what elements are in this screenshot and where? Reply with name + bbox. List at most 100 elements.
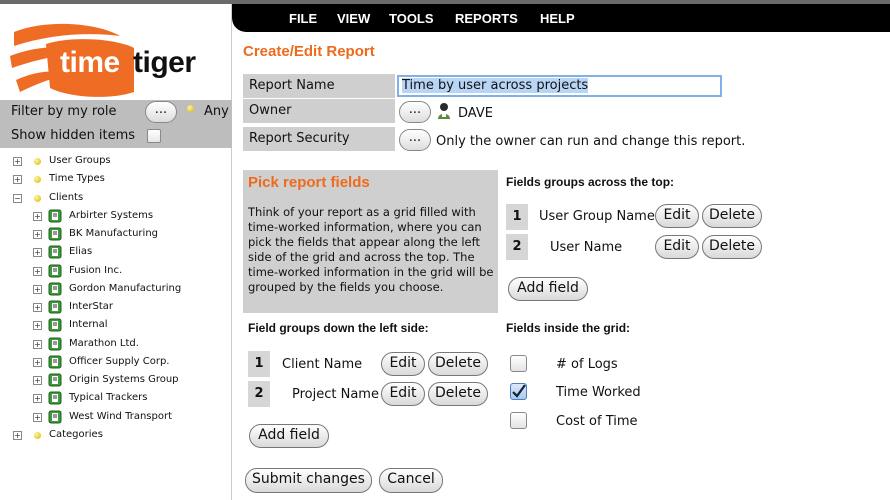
tree-item[interactable]: + Time Types [0,172,232,188]
menu-file[interactable]: FILE [289,11,317,26]
tree-item[interactable]: − Clients [0,191,232,207]
tree-expander-icon[interactable]: + [13,175,22,185]
across-field-1-delete-button[interactable]: Delete [702,204,762,228]
tree-expander-icon[interactable]: − [13,193,22,203]
tree-item[interactable]: + BK Manufacturing [0,227,232,243]
down-field-2-delete-button[interactable]: Delete [428,382,488,406]
tree-expander-icon[interactable]: + [33,248,42,258]
tree-item[interactable]: + User Groups [0,154,232,170]
owner-button[interactable]: ... [399,101,431,123]
logs-count-checkbox[interactable] [510,355,527,372]
tree-expander-icon[interactable]: + [33,321,42,331]
show-hidden-label: Show hidden items [11,128,136,143]
tree-expander-icon[interactable]: + [33,339,42,349]
down-field-1-name: Client Name [282,357,363,372]
time-worked-checkbox[interactable] [510,383,527,400]
across-top-heading: Fields groups across the top: [506,175,675,189]
client-folder-icon [48,227,62,241]
client-folder-icon [48,391,62,405]
filter-role-button[interactable]: ... [145,101,177,123]
menu-help[interactable]: HELP [540,11,575,26]
across-field-1-name: User Group Name [539,209,655,224]
down-field-1-edit-button[interactable]: Edit [381,352,425,376]
tree-item[interactable]: + Marathon Ltd. [0,337,232,353]
tree-expander-icon[interactable]: + [33,357,42,367]
tree-item[interactable]: + Fusion Inc. [0,264,232,280]
menu-view[interactable]: VIEW [337,11,370,26]
tree-expander-icon[interactable]: + [33,230,42,239]
logo-word-time: time [60,46,120,79]
show-hidden-checkbox[interactable] [147,129,161,143]
across-field-2-name: User Name [550,240,623,255]
tree-item[interactable]: + InterStar [0,300,232,316]
add-across-field-button[interactable]: Add field [508,277,588,301]
tree-item-label: Clients [49,191,84,203]
checkmark-icon [512,384,526,398]
tree-item[interactable]: + Internal [0,318,232,334]
tree-expander-icon[interactable]: + [33,394,42,404]
time-worked-label: Time Worked [556,385,641,400]
filter-role-value: Any [204,104,229,119]
report-name-input[interactable]: Time by user across projects [397,75,722,97]
sidebar: time tiger Filter by my role ... Any Sho… [0,4,232,500]
across-field-2-number: 2 [506,234,528,260]
tree-item-label: Officer Supply Corp. [69,355,170,367]
tree-item[interactable]: + West Wind Transport [0,410,232,426]
down-field-2-edit-button[interactable]: Edit [381,382,425,406]
filter-role-row: Filter by my role ... Any [0,100,232,124]
filter-role-label: Filter by my role [11,104,117,119]
menu-tools[interactable]: TOOLS [389,11,434,26]
client-folder-icon [48,355,62,369]
down-field-1-number: 1 [248,351,270,377]
tree-item[interactable]: + Origin Systems Group [0,373,232,389]
client-folder-icon [48,264,62,277]
tree-expander-icon[interactable]: + [13,430,22,440]
category-dot-icon [34,431,41,439]
tree-item-label: Origin Systems Group [69,374,179,385]
tree-expander-icon[interactable]: + [33,284,42,294]
tree-item[interactable]: + Gordon Manufacturing [0,282,232,298]
inside-grid-heading: Fields inside the grid: [506,321,631,335]
tree-expander-icon[interactable]: + [33,412,42,422]
tree-item-label: West Wind Transport [69,410,172,422]
tree-item[interactable]: + Categories [0,428,232,444]
add-down-field-button[interactable]: Add field [249,424,329,448]
client-folder-icon [48,337,62,350]
tree-item-label: InterStar [69,301,113,312]
down-field-1-delete-button[interactable]: Delete [428,352,488,376]
tree-item-label: Arbirter Systems [69,209,154,221]
client-folder-icon [48,410,62,423]
tree-expander-icon[interactable]: + [33,376,42,385]
logs-count-label: # of Logs [556,357,618,372]
tree-item-label: Marathon Ltd. [69,337,139,349]
show-hidden-row: Show hidden items [0,124,232,148]
across-field-2-delete-button[interactable]: Delete [702,235,762,259]
submit-changes-button[interactable]: Submit changes [245,468,372,493]
tree-item-label: Categories [49,428,103,440]
cancel-button[interactable]: Cancel [379,468,443,493]
security-button[interactable]: ... [399,129,431,151]
across-field-2-edit-button[interactable]: Edit [655,235,699,259]
tree-item[interactable]: + Typical Trackers [0,391,232,407]
tree-item-label: Internal [69,319,108,331]
menu-bar: FILE VIEW TOOLS REPORTS HELP [232,4,890,32]
tree-expander-icon[interactable]: + [33,303,42,312]
client-folder-icon [48,373,62,387]
tree-expander-icon[interactable]: + [33,211,42,221]
page-title: Create/Edit Report [243,43,375,60]
down-field-2-number: 2 [248,381,270,407]
logo-word-tiger: tiger [133,46,196,79]
tree-expander-icon[interactable]: + [33,266,42,276]
cost-of-time-checkbox[interactable] [510,412,527,429]
owner-label: Owner [243,99,395,123]
tree-item[interactable]: + Elias [0,245,232,261]
tree-item[interactable]: + Officer Supply Corp. [0,355,232,371]
role-dot-icon [187,105,194,112]
pick-fields-description: Think of your report as a grid filled wi… [248,205,494,294]
client-folder-icon [48,282,62,296]
menu-reports[interactable]: REPORTS [455,11,518,26]
tree-item[interactable]: + Arbirter Systems [0,209,232,225]
across-field-1-edit-button[interactable]: Edit [655,204,699,228]
cost-of-time-label: Cost of Time [556,414,638,429]
tree-expander-icon[interactable]: + [13,157,22,166]
